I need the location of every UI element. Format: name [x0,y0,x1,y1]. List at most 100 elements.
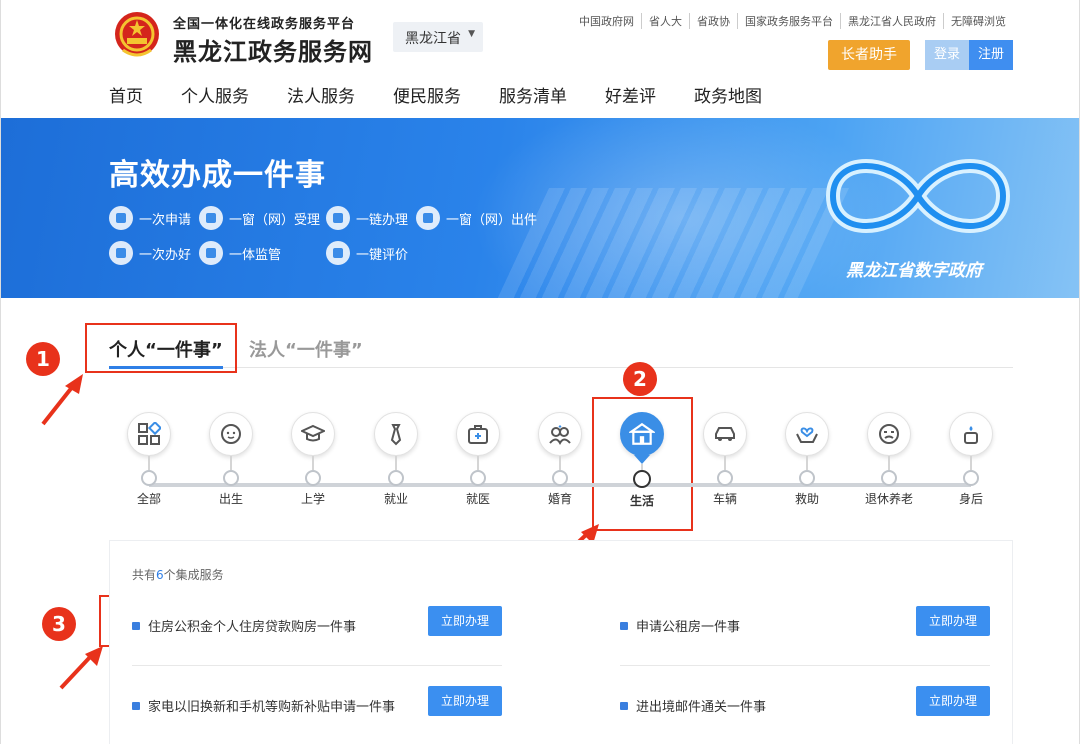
house-icon [620,412,664,456]
region-label: 黑龙江省 [405,31,461,47]
category-stem [148,456,150,470]
elder-assistant-button[interactable]: 长者助手 [828,40,910,70]
nav-item-corporate[interactable]: 法人服务 [287,82,355,107]
car-icon [703,412,747,456]
category-label: 出生 [218,492,243,506]
caret-down-icon: ▼ [468,29,475,39]
feature-label: 一次申请 [139,212,192,228]
count-prefix: 共有 [132,568,157,582]
medical-kit-icon [456,412,500,456]
top-link[interactable]: 省人大 [641,13,689,29]
category-vehicle[interactable]: 车辆 [685,412,765,507]
feature-item: 一次申请 [109,206,191,230]
top-link[interactable]: 黑龙江省人民政府 [840,13,943,29]
handle-now-button[interactable]: 立即办理 [916,606,990,636]
region-select[interactable]: 黑龙江省 ▼ [393,22,483,52]
nav-item-map[interactable]: 政务地图 [694,82,762,107]
category-medical[interactable]: 就医 [438,412,518,507]
category-relief[interactable]: 救助 [767,412,847,507]
timeline-dot [717,470,733,486]
category-posthumous[interactable]: 身后 [931,412,1011,507]
service-name[interactable]: 住房公积金个人住房贷款购房一件事 [148,616,356,635]
checkbox-icon [620,702,628,710]
top-links: 中国政府网 省人大 省政协 国家政务服务平台 黑龙江省人民政府 无障碍浏览 [572,13,1013,29]
top-link[interactable]: 国家政务服务平台 [737,13,840,29]
service-name[interactable]: 申请公租房一件事 [636,616,740,635]
timeline-dot [470,470,486,486]
timeline-dot [305,470,321,486]
checkbox-icon [132,622,140,630]
tie-icon [374,412,418,456]
nav-item-rating[interactable]: 好差评 [605,82,656,107]
nav-item-personal[interactable]: 个人服务 [181,82,249,107]
category-marriage[interactable]: 婚育 [520,412,600,507]
count-suffix: 个集成服务 [163,568,224,582]
feature-label: 一窗（网）受理 [229,212,321,228]
category-stem [230,456,232,470]
annotation-number-3: 3 [42,607,76,641]
top-link[interactable]: 中国政府网 [572,13,641,29]
category-living[interactable]: 生活 [602,412,682,509]
category-stem [888,456,890,470]
timeline-dot [223,470,239,486]
candle-icon [949,412,993,456]
chain-icon [326,206,350,230]
nav-item-service-list[interactable]: 服务清单 [499,82,567,107]
feature-label: 一窗（网）出件 [446,212,538,228]
handle-now-button[interactable]: 立即办理 [428,606,502,636]
annotation-number-1: 1 [26,342,60,376]
service-name[interactable]: 家电以旧换新和手机等购新补贴申请一件事 [148,696,395,715]
top-link[interactable]: 无障碍浏览 [943,13,1013,29]
category-employment[interactable]: 就业 [356,412,436,507]
feature-label: 一链办理 [356,212,409,228]
feature-item: 一体监管 [199,241,281,265]
handle-now-button[interactable]: 立即办理 [916,686,990,716]
tab-corporate[interactable]: 法人“一件事” [249,336,363,362]
feature-item: 一次办好 [109,241,191,265]
count-number: 6 [156,568,164,582]
category-stem [395,456,397,470]
category-label: 上学 [300,492,325,506]
nav-item-home[interactable]: 首页 [109,82,143,107]
category-stem [724,456,726,470]
timeline-dot [388,470,404,486]
service-name[interactable]: 进出境邮件通关一件事 [636,696,766,715]
handle-now-button[interactable]: 立即办理 [428,686,502,716]
category-all[interactable]: 全部 [109,412,189,507]
category-label: 就医 [465,492,490,506]
timeline-dot [552,470,568,486]
annotation-arrow-3 [59,646,103,690]
category-school[interactable]: 上学 [273,412,353,507]
login-button[interactable]: 登录 [925,40,969,70]
service-item: 住房公积金个人住房贷款购房一件事 立即办理 [132,606,502,666]
couple-icon [538,412,582,456]
category-stem [477,456,479,470]
category-label: 车辆 [712,492,737,506]
apply-icon [109,206,133,230]
matter-type-tabs: 个人“一件事” 法人“一件事” [109,336,1013,369]
output-icon [416,206,440,230]
timeline-dot [881,470,897,486]
category-label: 退休养老 [864,492,913,506]
digital-gov-logo-icon [825,159,1011,233]
register-button[interactable]: 注册 [969,40,1013,70]
shield-icon [199,241,223,265]
category-label: 生活 [629,494,654,508]
national-emblem-icon [115,12,159,57]
site-title[interactable]: 黑龙江政务服务网 [173,32,373,67]
category-birth[interactable]: 出生 [191,412,271,507]
page: 全国一体化在线政务服务平台 黑龙江政务服务网 黑龙江省 ▼ 中国政府网 省人大 … [0,0,1080,744]
checkbox-icon [132,702,140,710]
category-stem [312,456,314,470]
category-stem [806,456,808,470]
category-label: 婚育 [547,492,572,506]
category-label: 身后 [958,492,983,506]
top-link[interactable]: 省政协 [689,13,737,29]
baby-icon [209,412,253,456]
service-item: 家电以旧换新和手机等购新补贴申请一件事 立即办理 [132,686,502,744]
category-retirement[interactable]: 退休养老 [849,412,929,507]
feature-item: 一链办理 [326,206,408,230]
nav-item-convenience[interactable]: 便民服务 [393,82,461,107]
service-item: 申请公租房一件事 立即办理 [620,606,990,666]
annotation-arrow-1 [41,374,83,426]
